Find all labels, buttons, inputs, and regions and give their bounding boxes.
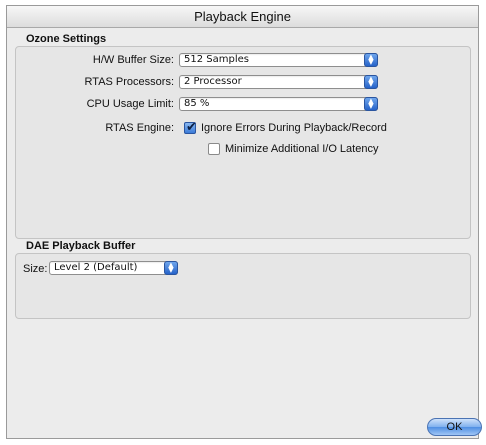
updown-arrows-icon: ▲ ▼ (364, 97, 378, 111)
ozone-settings-heading: Ozone Settings (26, 33, 107, 45)
cpu-usage-label: CPU Usage Limit: (86, 98, 174, 110)
rtas-processors-label: RTAS Processors: (84, 76, 174, 88)
ignore-errors-checkbox[interactable]: ✔ (184, 119, 197, 134)
ignore-errors-label[interactable]: Ignore Errors During Playback/Record (201, 121, 387, 135)
cpu-usage-select[interactable]: 85 % ▲ ▼ (179, 97, 378, 111)
updown-arrows-icon: ▲ ▼ (364, 75, 378, 89)
hw-buffer-value: 512 Samples (184, 54, 249, 65)
dae-size-value: Level 2 (Default) (54, 262, 138, 273)
ok-button[interactable]: OK (427, 418, 482, 436)
dae-buffer-heading: DAE Playback Buffer (26, 240, 136, 252)
rtas-processors-value: 2 Processor (184, 76, 242, 87)
hw-buffer-select[interactable]: 512 Samples ▲ ▼ (179, 53, 378, 67)
rtas-engine-label: RTAS Engine: (105, 122, 174, 134)
updown-arrows-icon: ▲ ▼ (164, 261, 178, 275)
checkmark-icon: ✔ (186, 119, 197, 134)
minimize-latency-checkbox[interactable] (208, 143, 220, 155)
minimize-latency-label[interactable]: Minimize Additional I/O Latency (225, 142, 378, 156)
window-title: Playback Engine (7, 6, 478, 28)
cpu-usage-value: 85 % (184, 98, 210, 109)
dae-size-label: Size: (23, 263, 48, 275)
dae-size-select[interactable]: Level 2 (Default) ▲ ▼ (49, 261, 178, 275)
updown-arrows-icon: ▲ ▼ (364, 53, 378, 67)
hw-buffer-label: H/W Buffer Size: (92, 54, 174, 66)
rtas-processors-select[interactable]: 2 Processor ▲ ▼ (179, 75, 378, 89)
playback-engine-window: Playback Engine Ozone Settings H/W Buffe… (6, 5, 482, 439)
